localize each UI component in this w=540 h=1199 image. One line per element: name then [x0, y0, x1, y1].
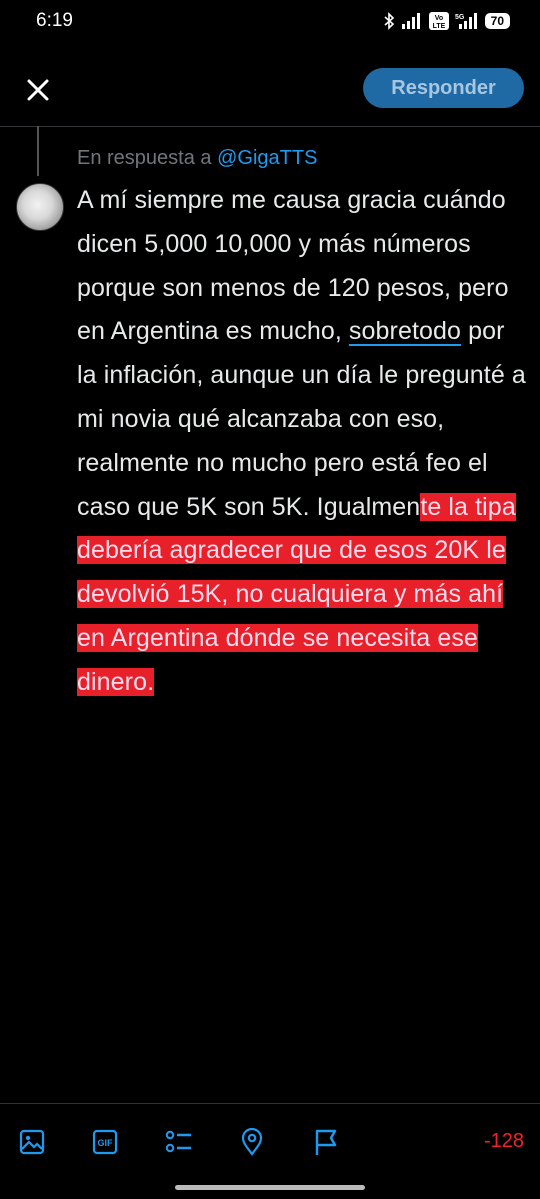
- flag-button[interactable]: [306, 1118, 346, 1166]
- avatar: [16, 183, 64, 231]
- location-icon: [241, 1128, 263, 1156]
- gif-button[interactable]: GIF: [85, 1118, 125, 1166]
- volte-icon: VoLTE: [428, 12, 449, 30]
- toolbar-divider: [0, 1103, 540, 1104]
- svg-text:Vo: Vo: [434, 15, 442, 22]
- status-time: 6:19: [36, 10, 73, 31]
- bluetooth-icon: [384, 12, 394, 30]
- location-button[interactable]: [232, 1118, 272, 1166]
- char-counter: -128: [483, 1130, 524, 1152]
- svg-text:LTE: LTE: [432, 23, 445, 30]
- close-button[interactable]: [22, 74, 54, 106]
- battery-indicator: 70: [484, 13, 510, 29]
- thread-line: [37, 126, 39, 176]
- signal-icon: [401, 13, 420, 29]
- underlined-word[interactable]: sobretodo: [349, 317, 461, 345]
- compose-toolbar: GIF -128: [0, 1118, 540, 1166]
- reply-context: En respuesta a @GigaTTS: [77, 147, 317, 170]
- header-divider: [0, 126, 540, 127]
- tweet-text-input[interactable]: A mí siempre me causa gracia cuándo dice…: [77, 179, 527, 705]
- status-icons: Vo LTE 5G 70: [383, 12, 510, 30]
- home-indicator[interactable]: [175, 1185, 365, 1190]
- reply-handle[interactable]: @GigaTTS: [217, 147, 317, 169]
- image-button[interactable]: [12, 1118, 52, 1166]
- poll-icon: [165, 1130, 191, 1153]
- status-bar: 6:19 Vo LTE 5G 70: [0, 0, 540, 48]
- image-icon: [19, 1129, 45, 1155]
- poll-button[interactable]: [159, 1118, 199, 1166]
- reply-prefix: En respuesta a: [77, 147, 212, 169]
- flag-icon: [315, 1129, 337, 1155]
- compose-header: Responder: [0, 60, 540, 120]
- signal-5g-icon: 5G: [455, 13, 477, 29]
- gif-icon: GIF: [92, 1129, 118, 1155]
- highlighted-text: te la tipa debería agradecer que de esos…: [77, 492, 516, 696]
- tweet-text-part2: por la inflación, aunque un día le pregu…: [77, 317, 526, 521]
- close-icon: [27, 79, 49, 101]
- svg-text:GIF: GIF: [98, 1138, 114, 1148]
- reply-button[interactable]: Responder: [363, 68, 524, 108]
- svg-text:5G: 5G: [455, 14, 465, 21]
